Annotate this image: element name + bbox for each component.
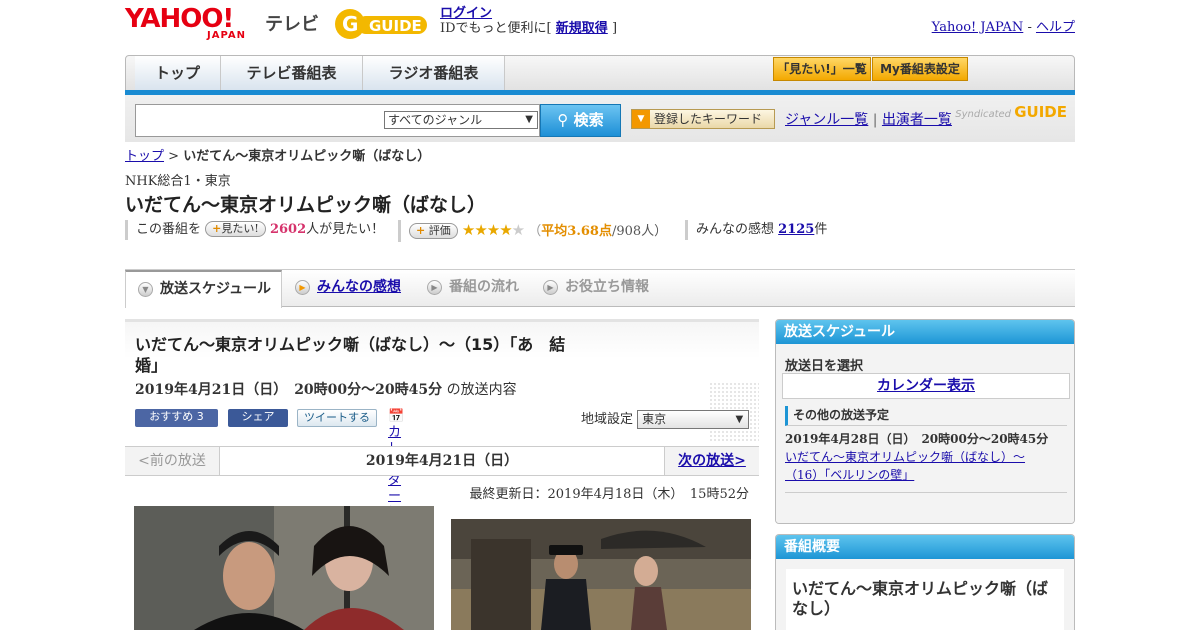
search-links: ジャンル一覧 | 出演者一覧 bbox=[785, 112, 952, 128]
star-icon: ★ bbox=[461, 221, 475, 239]
review-count-link[interactable]: 2125 bbox=[778, 222, 814, 237]
episode-title: いだてん～東京オリムピック噺（ばなし）～（15）「あ 結婚」 bbox=[135, 335, 566, 375]
want-stat: この番組を +見たい! 2602人が見たい！ bbox=[125, 220, 384, 240]
play-icon: ▶ bbox=[295, 280, 310, 295]
nav-tab-tv[interactable]: テレビ番組表 bbox=[221, 56, 363, 91]
tab-info[interactable]: ▶ お役立ち情報 bbox=[531, 270, 666, 307]
chevron-down-icon: ▼ bbox=[735, 414, 744, 425]
schedule-box: 放送スケジュール 放送日を選択 カレンダー表示 その他の放送予定 2019年4月… bbox=[775, 319, 1075, 524]
other-episode-link[interactable]: いだてん～東京オリムピック噺（ばなし）～（16）「ベルリンの壁」 bbox=[785, 448, 1055, 484]
star-icon: ★ bbox=[511, 221, 525, 239]
select-date-label: 放送日を選択 bbox=[785, 359, 864, 374]
my-schedule-button[interactable]: My番組表設定 bbox=[872, 57, 968, 81]
search-bar: すべてのジャンル ▼ ⚲ 検索 ▼ 登録したキーワード ジャンル一覧 | 出演者一… bbox=[125, 95, 1075, 142]
play-icon: ▶ bbox=[427, 280, 442, 295]
tab-schedule[interactable]: ▼ 放送スケジュール bbox=[125, 270, 282, 308]
overview-box: 番組概要 いだてん～東京オリムピック噺（ばなし） bbox=[775, 534, 1075, 630]
region-select[interactable]: 東京 ▼ bbox=[637, 410, 750, 429]
other-schedule-label: その他の放送予定 bbox=[785, 406, 1067, 426]
episode-photo[interactable] bbox=[451, 519, 751, 630]
dropdown-icon: ▼ bbox=[632, 110, 650, 128]
tab-flow[interactable]: ▶ 番組の流れ bbox=[415, 270, 531, 307]
nav-tab-top[interactable]: トップ bbox=[135, 56, 221, 91]
overview-box-title: 番組概要 bbox=[776, 535, 1074, 559]
want-list-button[interactable]: 「見たい!」一覧 bbox=[773, 57, 871, 81]
svg-text:G: G bbox=[342, 12, 358, 36]
search-icon: ⚲ bbox=[557, 111, 569, 129]
signup-link[interactable]: 新規取得 bbox=[556, 21, 608, 36]
performers-link[interactable]: 出演者一覧 bbox=[882, 112, 952, 128]
prev-broadcast[interactable]: <前の放送 bbox=[125, 447, 220, 475]
overview-program-name: いだてん～東京オリムピック噺（ばなし） bbox=[786, 569, 1064, 630]
star-icon: ★ bbox=[474, 221, 487, 239]
facebook-share-button[interactable]: シェア bbox=[228, 409, 288, 427]
broadcast-pager: <前の放送 2019年4月21日（日） 次の放送> bbox=[125, 446, 759, 476]
facebook-recommend-button[interactable]: おすすめ 3 bbox=[135, 409, 218, 427]
review-stat: みんなの感想 2125件 bbox=[685, 220, 827, 240]
chevron-down-icon: ▼ bbox=[138, 282, 153, 297]
episode-date: 2019年4月21日（日） 20時00分～20時45分 の放送内容 bbox=[135, 382, 517, 398]
login-link[interactable]: ログイン bbox=[440, 6, 492, 21]
page-title: いだてん～東京オリムピック噺（ばなし） bbox=[125, 194, 487, 216]
nav-tab-radio[interactable]: ラジオ番組表 bbox=[363, 56, 505, 91]
yahoo-logo[interactable]: YAHOO! JAPAN テレビ bbox=[125, 6, 319, 41]
channel-name: NHK総合1・東京 bbox=[125, 174, 231, 189]
region-setting: 地域設定 東京 ▼ bbox=[581, 408, 750, 429]
star-icon: ★ bbox=[486, 221, 500, 239]
star-icon: ★ bbox=[499, 221, 512, 239]
want-button[interactable]: +見たい! bbox=[205, 221, 266, 237]
rating-stat: + 評価 ★★★★★ （平均3.68点/908人） bbox=[398, 220, 667, 242]
breadcrumb-top[interactable]: トップ bbox=[125, 149, 164, 164]
schedule-box-title: 放送スケジュール bbox=[776, 320, 1074, 344]
yahoo-japan-link[interactable]: Yahoo! JAPAN bbox=[932, 20, 1024, 35]
current-broadcast: 2019年4月21日（日） bbox=[220, 447, 664, 475]
calendar-icon: 📅 bbox=[388, 409, 405, 424]
genre-select[interactable]: すべてのジャンル ▼ bbox=[384, 111, 538, 129]
episode-photo[interactable] bbox=[134, 506, 434, 630]
star-rating: ★★★★★ bbox=[461, 221, 525, 239]
svg-text:GUIDE: GUIDE bbox=[369, 17, 422, 35]
plus-icon: + bbox=[416, 224, 426, 237]
calendar-button[interactable]: カレンダー表示 bbox=[782, 373, 1070, 399]
chevron-down-icon: ▼ bbox=[525, 114, 533, 125]
main-nav: トップ テレビ番組表 ラジオ番組表 「見たい!」一覧 My番組表設定 bbox=[125, 55, 1075, 95]
login-area: ログイン IDでもっと便利に[ 新規取得 ] bbox=[440, 6, 618, 36]
next-broadcast[interactable]: 次の放送> bbox=[664, 447, 759, 475]
help-link[interactable]: ヘルプ bbox=[1036, 20, 1075, 35]
rate-button[interactable]: + 評価 bbox=[409, 223, 458, 239]
tab-reviews[interactable]: ▶ みんなの感想 bbox=[283, 270, 413, 307]
divider bbox=[785, 492, 1067, 493]
episode-panel: いだてん～東京オリムピック噺（ばなし）～（15）「あ 結婚」 2019年4月21… bbox=[125, 319, 759, 630]
header: YAHOO! JAPAN テレビ G GUIDE ログイン IDでもっと便利に[… bbox=[125, 0, 1075, 52]
breadcrumb: トップ > いだてん～東京オリムピック噺（ばなし） bbox=[125, 149, 431, 164]
keyword-button[interactable]: ▼ 登録したキーワード bbox=[631, 109, 775, 129]
genre-list-link[interactable]: ジャンル一覧 bbox=[785, 112, 868, 128]
service-name: テレビ bbox=[265, 14, 319, 35]
program-tabs: ▼ 放送スケジュール ▶ みんなの感想 ▶ 番組の流れ ▶ お役立ち情報 bbox=[125, 269, 1075, 308]
breadcrumb-current: いだてん～東京オリムピック噺（ばなし） bbox=[183, 149, 431, 164]
gguide-logo[interactable]: G GUIDE bbox=[333, 6, 433, 42]
search-button[interactable]: ⚲ 検索 bbox=[540, 104, 621, 137]
last-updated: 最終更新日：2019年4月18日（木） 15時52分 bbox=[469, 487, 749, 502]
header-links: Yahoo! JAPAN - ヘルプ bbox=[931, 20, 1075, 35]
play-icon: ▶ bbox=[543, 280, 558, 295]
tweet-button[interactable]: ツイートする bbox=[297, 409, 377, 427]
plus-icon: + bbox=[212, 222, 222, 235]
other-date: 2019年4月28日（日） 20時00分～20時45分 bbox=[785, 432, 1049, 446]
syndicated-logo: Syndicated GUIDE bbox=[955, 103, 1067, 121]
